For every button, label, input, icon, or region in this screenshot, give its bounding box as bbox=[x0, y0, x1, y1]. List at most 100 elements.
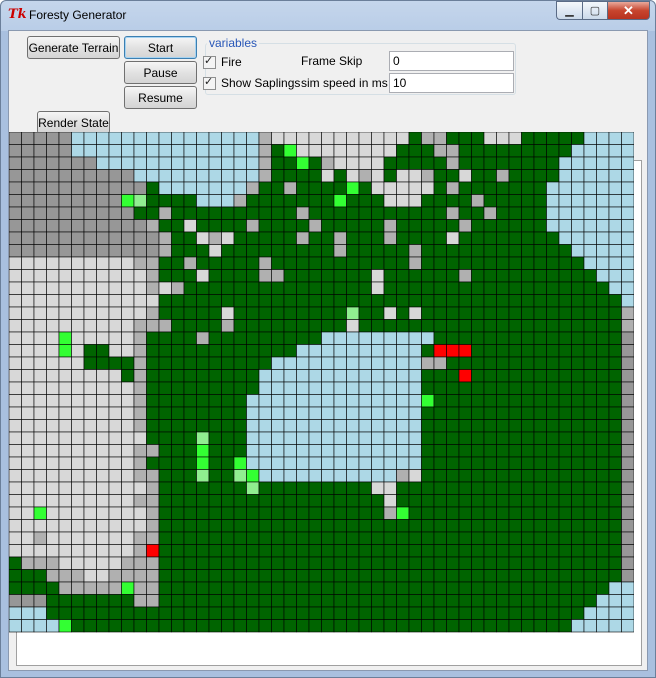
forest-grid-canvas[interactable] bbox=[9, 132, 634, 633]
grid-cell-dark-gray bbox=[621, 331, 634, 345]
grid-cell-tree bbox=[158, 356, 172, 370]
grid-cell-tree bbox=[321, 306, 335, 320]
grid-cell-tree bbox=[283, 606, 297, 620]
grid-cell-water bbox=[596, 194, 610, 208]
grid-cell-tree bbox=[146, 331, 160, 345]
grid-cell-tree bbox=[421, 406, 435, 420]
grid-cell-tree bbox=[596, 506, 610, 520]
grid-cell-tree bbox=[546, 531, 560, 545]
minimize-button[interactable]: ▁ bbox=[556, 1, 582, 20]
grid-cell-water bbox=[246, 456, 260, 470]
grid-cell-tree bbox=[471, 356, 485, 370]
grid-cell-water bbox=[358, 369, 372, 383]
grid-cell-light-gray bbox=[371, 181, 385, 195]
grid-cell-tree bbox=[321, 244, 335, 258]
render-state-button[interactable]: Render State bbox=[37, 111, 110, 134]
grid-cell-tree bbox=[433, 469, 447, 483]
grid-cell-tree bbox=[308, 169, 322, 183]
grid-cell-water bbox=[583, 606, 597, 620]
frame-skip-input[interactable] bbox=[389, 51, 514, 71]
grid-cell-tree bbox=[196, 419, 210, 433]
fire-checkbox[interactable]: Fire bbox=[203, 54, 242, 69]
grid-cell-tree bbox=[271, 494, 285, 508]
grid-cell-tree bbox=[283, 219, 297, 233]
pause-button[interactable]: Pause bbox=[124, 61, 197, 84]
grid-cell-tree bbox=[471, 132, 485, 145]
grid-cell-tree bbox=[308, 481, 322, 495]
grid-cell-tree bbox=[133, 606, 147, 620]
start-button[interactable]: Start bbox=[124, 36, 197, 59]
grid-cell-tree bbox=[246, 244, 260, 258]
sim-speed-input[interactable] bbox=[389, 73, 514, 93]
grid-cell-tree bbox=[308, 156, 322, 170]
grid-cell-tree bbox=[158, 444, 172, 458]
grid-cell-tree bbox=[546, 319, 560, 333]
grid-cell-tree bbox=[333, 619, 347, 633]
grid-cell-water bbox=[221, 194, 235, 208]
grid-cell-mid-gray bbox=[296, 231, 310, 245]
grid-cell-water bbox=[283, 381, 297, 395]
grid-cell-light-gray bbox=[71, 494, 85, 508]
close-button[interactable]: ✕ bbox=[607, 1, 650, 20]
grid-cell-mid-gray bbox=[133, 331, 147, 345]
grid-cell-water bbox=[621, 294, 634, 308]
grid-cell-tree bbox=[371, 619, 385, 633]
minimize-icon: ▁ bbox=[565, 5, 574, 17]
grid-cell-tree bbox=[158, 569, 172, 583]
grid-cell-dark-gray bbox=[71, 244, 85, 258]
grid-cell-tree bbox=[583, 456, 597, 470]
grid-cell-tree bbox=[183, 394, 197, 408]
grid-cell-light-gray bbox=[9, 519, 22, 533]
grid-cell-tree bbox=[196, 481, 210, 495]
grid-cell-tree bbox=[583, 481, 597, 495]
grid-cell-tree bbox=[271, 344, 285, 358]
grid-cell-tree bbox=[533, 406, 547, 420]
grid-cell-tree bbox=[508, 294, 522, 308]
grid-cell-light-gray bbox=[33, 306, 47, 320]
grid-cell-tree bbox=[246, 256, 260, 270]
grid-cell-tree bbox=[283, 594, 297, 608]
grid-cell-tree bbox=[533, 306, 547, 320]
grid-cell-tree bbox=[496, 244, 510, 258]
grid-cell-tree bbox=[546, 406, 560, 420]
grid-cell-light-gray bbox=[96, 556, 110, 570]
resume-button[interactable]: Resume bbox=[124, 86, 197, 109]
grid-cell-sapling bbox=[196, 444, 210, 458]
grid-cell-tree bbox=[433, 506, 447, 520]
grid-cell-tree bbox=[258, 506, 272, 520]
grid-cell-tree bbox=[233, 269, 247, 283]
grid-cell-tree bbox=[296, 294, 310, 308]
grid-cell-mid-gray bbox=[133, 556, 147, 570]
grid-cell-fire bbox=[446, 344, 460, 358]
fire-label: Fire bbox=[221, 55, 242, 69]
grid-cell-tree bbox=[421, 431, 435, 445]
grid-cell-water bbox=[108, 144, 122, 158]
grid-cell-tree bbox=[308, 569, 322, 583]
grid-cell-tree bbox=[246, 206, 260, 220]
grid-cell-mid-gray bbox=[146, 306, 160, 320]
grid-cell-dark-gray bbox=[58, 156, 72, 170]
grid-cell-tree bbox=[496, 281, 510, 295]
grid-cell-mid-gray bbox=[133, 344, 147, 358]
grid-cell-tree bbox=[496, 556, 510, 570]
grid-cell-tree bbox=[371, 569, 385, 583]
grid-cell-dark-gray bbox=[58, 144, 72, 158]
grid-cell-light-gray bbox=[121, 306, 135, 320]
grid-cell-tree bbox=[571, 256, 585, 270]
grid-cell-light-gray bbox=[271, 132, 285, 145]
grid-cell-pale-sapling bbox=[346, 306, 360, 320]
grid-cell-mid-gray bbox=[146, 481, 160, 495]
grid-cell-tree bbox=[496, 369, 510, 383]
grid-cell-tree bbox=[421, 519, 435, 533]
grid-cell-tree bbox=[258, 219, 272, 233]
maximize-button[interactable]: ▢ bbox=[582, 1, 607, 20]
grid-cell-water bbox=[621, 244, 634, 258]
grid-cell-water bbox=[208, 181, 222, 195]
show-saplings-checkbox[interactable]: Show Saplings bbox=[203, 75, 300, 90]
grid-cell-tree bbox=[221, 281, 235, 295]
grid-cell-water bbox=[596, 169, 610, 183]
title-bar[interactable]: Tk Foresty Generator ▁ ▢ ✕ bbox=[1, 1, 655, 29]
grid-cell-water bbox=[96, 132, 110, 145]
grid-cell-tree bbox=[471, 219, 485, 233]
generate-terrain-button[interactable]: Generate Terrain bbox=[27, 36, 120, 59]
